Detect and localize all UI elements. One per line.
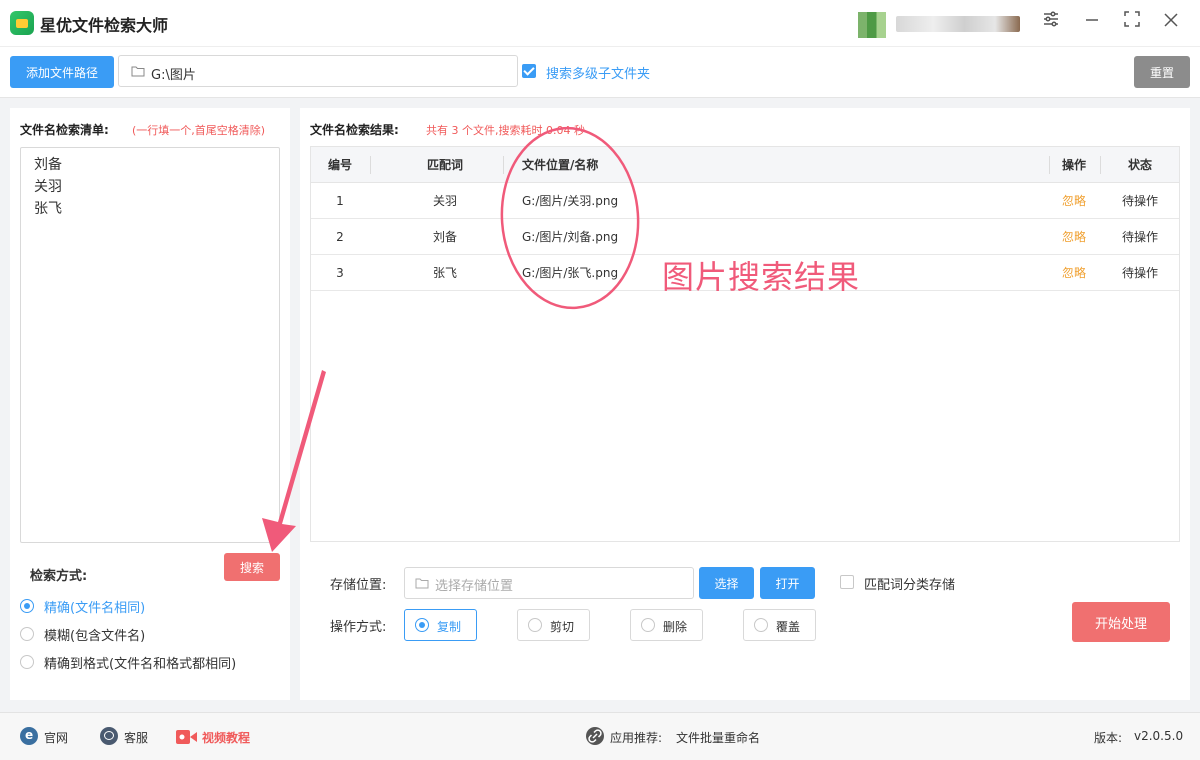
video-icon[interactable] [176, 729, 198, 745]
row-status: 待操作 [1121, 266, 1158, 280]
folder-icon [131, 66, 145, 77]
col-no: 编号 [327, 158, 352, 172]
op-delete-label: 删除 [663, 620, 688, 634]
list-hint: (一行填一个,首尾空格清除) [132, 124, 266, 137]
row-status: 待操作 [1121, 194, 1158, 208]
mode-label-format[interactable]: 精确到格式(文件名和格式都相同) [44, 653, 236, 672]
service-link[interactable]: 客服 [124, 729, 148, 746]
storage-label: 存储位置: [330, 578, 387, 593]
link-icon [586, 727, 604, 745]
folder-icon [415, 578, 429, 589]
col-keyword: 匹配词 [426, 158, 463, 172]
toolbar: 添加文件路径 G:\图片 搜索多级子文件夹 重置 [0, 46, 1200, 98]
search-list-panel: 文件名检索清单: (一行填一个,首尾空格清除) 刘备 关羽 张飞 检索方式: 搜… [10, 108, 290, 700]
recommend-label: 应用推荐: [610, 731, 663, 745]
op-overwrite-label: 覆盖 [776, 620, 801, 634]
close-icon[interactable] [1158, 10, 1184, 36]
app-title: 星优文件检索大师 [40, 16, 169, 35]
op-delete[interactable]: 删除 [630, 609, 703, 641]
op-overwrite-radio[interactable] [754, 618, 768, 632]
website-link[interactable]: 官网 [44, 729, 68, 746]
mode-label-fuzzy[interactable]: 模糊(包含文件名) [44, 625, 145, 644]
recommend-app-link[interactable]: 文件批量重命名 [676, 729, 760, 746]
row-no: 1 [336, 194, 344, 208]
classify-label[interactable]: 匹配词分类存储 [864, 574, 955, 593]
row-no: 3 [336, 266, 344, 280]
classify-checkbox[interactable] [840, 575, 854, 589]
subfolder-checkbox[interactable] [522, 64, 536, 78]
resize-grip-icon[interactable] [269, 532, 277, 540]
user-name-blurred[interactable] [896, 16, 1020, 32]
op-delete-radio[interactable] [641, 618, 655, 632]
col-operation: 操作 [1061, 158, 1086, 172]
names-textarea[interactable]: 刘备 关羽 张飞 [20, 147, 280, 543]
search-mode-label: 检索方式: [30, 569, 88, 584]
list-title: 文件名检索清单: [20, 123, 109, 137]
settings-icon[interactable] [1038, 10, 1064, 36]
mode-radio-fuzzy[interactable] [20, 627, 34, 641]
row-no: 2 [336, 230, 344, 244]
open-button[interactable]: 打开 [760, 567, 815, 599]
mode-radio-format[interactable] [20, 655, 34, 669]
row-path: G:/图片/张飞.png [522, 266, 619, 280]
row-keyword: 关羽 [432, 194, 457, 208]
row-keyword: 张飞 [432, 266, 457, 280]
results-title: 文件名检索结果: [310, 123, 399, 137]
op-cut[interactable]: 剪切 [517, 609, 590, 641]
row-path: G:/图片/关羽.png [522, 194, 619, 208]
op-copy-label: 复制 [437, 620, 462, 634]
table-header: 编号 匹配词 文件位置/名称 操作 状态 [311, 147, 1179, 183]
maximize-icon[interactable] [1119, 10, 1145, 36]
row-path: G:/图片/刘备.png [522, 230, 619, 244]
version-value: v2.0.5.0 [1134, 729, 1184, 743]
video-tutorial-link[interactable]: 视频教程 [202, 729, 250, 746]
op-copy[interactable]: 复制 [404, 609, 477, 641]
storage-input[interactable]: 选择存储位置 [404, 567, 694, 599]
table-row[interactable]: 1 关羽 G:/图片/关羽.png 忽略 待操作 [311, 183, 1179, 219]
name-line: 刘备 [34, 157, 62, 173]
user-avatar[interactable] [858, 12, 886, 38]
path-input[interactable]: G:\图片 [118, 55, 518, 87]
website-icon[interactable]: e [20, 727, 38, 745]
start-button[interactable]: 开始处理 [1072, 602, 1170, 642]
op-overwrite[interactable]: 覆盖 [743, 609, 816, 641]
subfolder-label[interactable]: 搜索多级子文件夹 [546, 63, 650, 82]
table-row[interactable]: 2 刘备 G:/图片/刘备.png 忽略 待操作 [311, 219, 1179, 255]
storage-placeholder: 选择存储位置 [435, 579, 514, 594]
add-path-button[interactable]: 添加文件路径 [10, 56, 114, 88]
annotation-text: 图片搜索结果 [662, 258, 861, 296]
op-copy-radio[interactable] [415, 618, 429, 632]
row-keyword: 刘备 [432, 230, 457, 244]
mode-radio-exact[interactable] [20, 599, 34, 613]
mode-label-exact[interactable]: 精确(文件名相同) [44, 597, 145, 616]
col-status: 状态 [1127, 158, 1152, 172]
footer: e 官网 客服 视频教程 应用推荐: 文件批量重命名 版本: v2.0.5.0 [0, 712, 1200, 760]
title-bar: 星优文件检索大师 [0, 0, 1200, 46]
results-summary: 共有 3 个文件,搜索耗时 0.04 秒 [426, 124, 585, 137]
reset-button[interactable]: 重置 [1134, 56, 1190, 88]
version-label: 版本: [1094, 731, 1123, 745]
row-status: 待操作 [1121, 230, 1158, 244]
col-path: 文件位置/名称 [522, 158, 599, 172]
ignore-link[interactable]: 忽略 [1049, 255, 1099, 291]
name-line: 张飞 [34, 201, 62, 217]
service-icon[interactable] [100, 727, 118, 745]
ignore-link[interactable]: 忽略 [1049, 219, 1099, 255]
op-cut-label: 剪切 [550, 620, 575, 634]
choose-button[interactable]: 选择 [699, 567, 754, 599]
search-button[interactable]: 搜索 [224, 553, 280, 581]
operation-label: 操作方式: [330, 620, 387, 635]
path-value: G:\图片 [151, 68, 196, 83]
results-panel: 文件名检索结果: 共有 3 个文件,搜索耗时 0.04 秒 编号 匹配词 文件位… [300, 108, 1190, 700]
minimize-icon[interactable] [1079, 10, 1105, 36]
ignore-link[interactable]: 忽略 [1049, 183, 1099, 219]
results-table: 编号 匹配词 文件位置/名称 操作 状态 1 关羽 G:/图片/关羽.png 忽… [310, 146, 1180, 542]
op-cut-radio[interactable] [528, 618, 542, 632]
name-line: 关羽 [34, 179, 62, 195]
app-logo-icon [10, 11, 34, 35]
